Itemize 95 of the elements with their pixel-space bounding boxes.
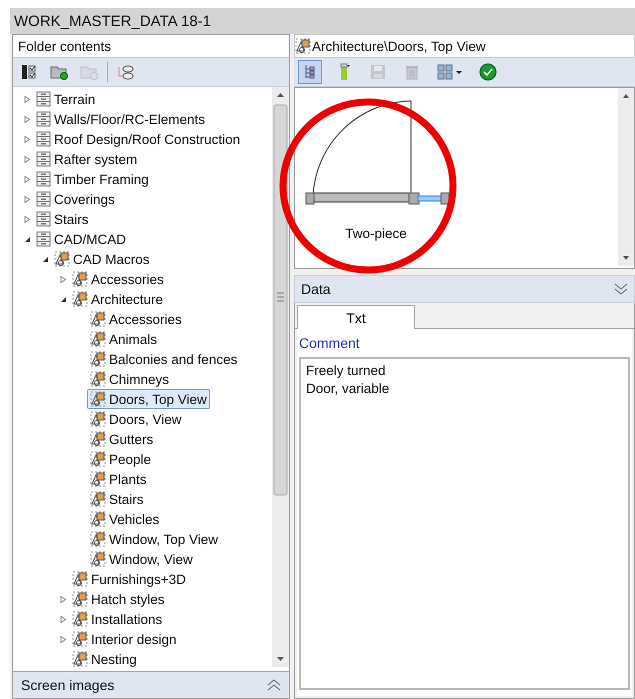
tree-item[interactable]: Window, View <box>87 549 196 569</box>
scrollbar[interactable] <box>272 87 289 667</box>
drawer-icon <box>36 211 51 227</box>
collapse-triangle-icon[interactable] <box>24 236 30 242</box>
macro-icon <box>90 551 106 567</box>
tree-item[interactable]: CAD/MCAD <box>33 229 130 249</box>
macro-icon <box>72 571 88 587</box>
trash-icon <box>405 64 419 80</box>
drawer-icon <box>36 91 51 107</box>
comment-field[interactable]: Freely turned Door, variable <box>299 357 630 690</box>
tree-item[interactable]: Coverings <box>33 189 118 209</box>
drawer-icon <box>36 151 51 167</box>
macro-icon <box>90 511 106 527</box>
connection-icon <box>117 64 135 80</box>
preview-caption: Two-piece <box>345 226 407 241</box>
tree-view-icon <box>304 64 316 80</box>
macro-icon <box>90 351 106 367</box>
expand-triangle-icon[interactable] <box>24 216 30 222</box>
tree-item[interactable]: Animals <box>87 329 160 349</box>
tree-item[interactable]: Rafter system <box>33 149 140 169</box>
macro-icon <box>90 491 106 507</box>
macro-icon <box>90 331 106 347</box>
tree-item[interactable]: Doors, Top View <box>87 389 210 409</box>
tree-item[interactable]: Accessories <box>87 309 185 329</box>
macro-icon <box>90 471 106 487</box>
save-icon <box>370 64 386 80</box>
tree-item[interactable]: Gutters <box>87 429 156 449</box>
checkmark-icon <box>479 63 497 81</box>
tree-item[interactable]: Accessories <box>69 269 167 289</box>
expand-triangle-icon[interactable] <box>24 196 30 202</box>
tree-item[interactable]: Architecture <box>69 289 166 309</box>
macro-icon <box>90 391 106 407</box>
drawer-icon <box>36 171 51 187</box>
macro-icon <box>90 411 106 427</box>
drawer-icon <box>36 111 51 127</box>
tree-item[interactable]: Walls/Floor/RC-Elements <box>33 109 208 129</box>
tree-item[interactable]: Hatch styles <box>69 589 168 609</box>
section-header[interactable]: Data <box>294 275 635 303</box>
tree-item[interactable]: Installations <box>69 609 166 629</box>
grid-view-icon <box>437 64 463 80</box>
tree-item[interactable]: People <box>87 449 154 469</box>
tree-item[interactable]: Roof Design/Roof Construction <box>33 129 244 149</box>
tree-item[interactable]: Timber Framing <box>33 169 152 189</box>
tree-item[interactable]: Plants <box>87 469 150 489</box>
drawer-icon <box>36 131 51 147</box>
collapse-triangle-icon[interactable] <box>42 256 48 262</box>
expand-triangle-icon[interactable] <box>60 636 66 642</box>
double-chevron-down-icon[interactable] <box>614 282 628 296</box>
tree-item[interactable]: Stairs <box>33 209 92 229</box>
expand-triangle-icon[interactable] <box>60 596 66 602</box>
collapsed-section-header[interactable]: Screen images <box>13 671 289 698</box>
expand-triangle-icon[interactable] <box>24 176 30 182</box>
drawer-icon <box>36 231 51 247</box>
tree-item[interactable]: Terrain <box>33 89 98 109</box>
tree-item[interactable]: Window, Top View <box>87 529 222 549</box>
macro-icon <box>54 251 70 267</box>
macro-icon <box>72 271 88 287</box>
marker-icon <box>338 63 350 81</box>
expand-triangle-icon[interactable] <box>24 96 30 102</box>
path-label: Architecture\Doors, Top View <box>294 34 635 58</box>
window-title: WORK_MASTER_DATA 18-1 <box>10 8 635 34</box>
double-chevron-up-icon[interactable] <box>267 678 281 692</box>
macro-icon <box>90 311 106 327</box>
expand-triangle-icon[interactable] <box>60 616 66 622</box>
tree-item[interactable]: Furnishings+3D <box>69 569 189 589</box>
tree-item[interactable]: Vehicles <box>87 509 162 529</box>
expand-triangle-icon[interactable] <box>24 116 30 122</box>
tree-item[interactable]: Nesting <box>69 649 140 669</box>
macro-icon <box>90 431 106 447</box>
field-label: Comment <box>299 335 361 351</box>
tree-item[interactable]: Chimneys <box>87 369 172 389</box>
tree-item[interactable]: Balconies and fences <box>87 349 240 369</box>
tree-item[interactable]: Doors, View <box>87 409 185 429</box>
expand-triangle-icon[interactable] <box>24 156 30 162</box>
folder-icon <box>80 64 98 80</box>
tree-item[interactable]: Interior design <box>69 629 180 649</box>
macro-icon <box>72 651 88 667</box>
expand-triangle-icon[interactable] <box>60 276 66 282</box>
macro-icon <box>72 611 88 627</box>
macro-icon <box>90 371 106 387</box>
tree-item[interactable]: Stairs <box>87 489 147 509</box>
checklist-icon <box>21 64 37 80</box>
expand-triangle-icon[interactable] <box>24 136 30 142</box>
macro-icon <box>295 38 311 54</box>
tab[interactable]: Txt <box>297 305 415 329</box>
macro-icon <box>90 451 106 467</box>
scrollbar[interactable] <box>618 88 634 266</box>
macro-icon <box>72 591 88 607</box>
collapse-triangle-icon[interactable] <box>60 296 66 302</box>
tree-item[interactable]: CAD Macros <box>51 249 153 269</box>
macro-icon <box>72 291 88 307</box>
macro-icon <box>72 631 88 647</box>
folder-add-icon <box>50 64 68 80</box>
drawer-icon <box>36 191 51 207</box>
macro-icon <box>90 531 106 547</box>
